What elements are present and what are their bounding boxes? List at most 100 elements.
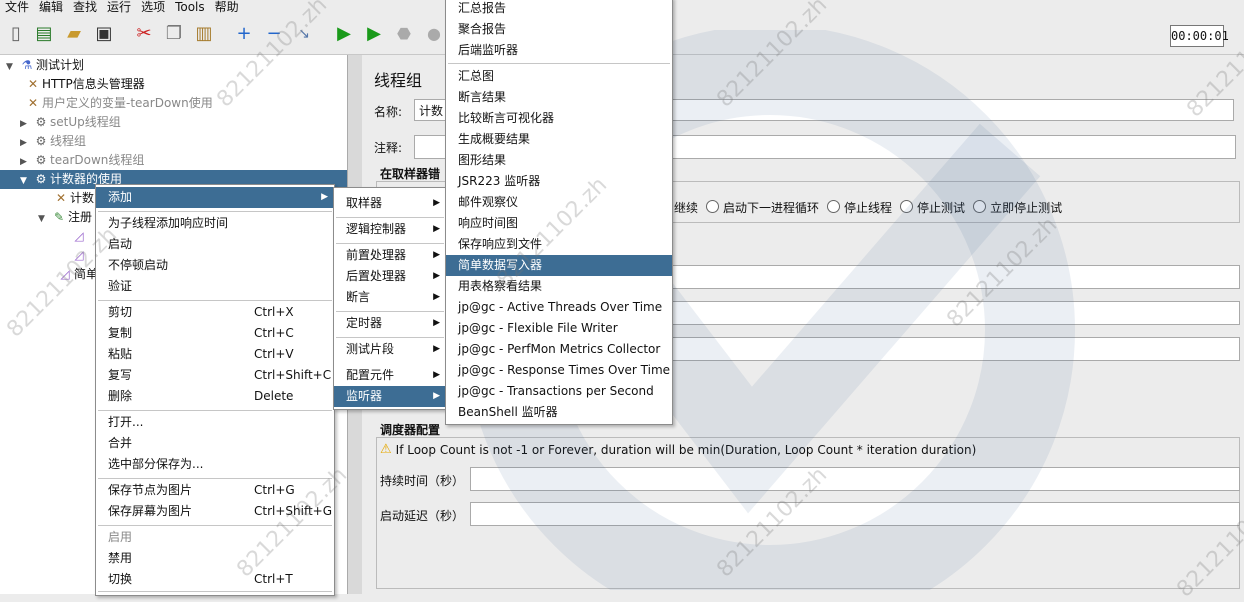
menu-file[interactable]: 文件	[0, 0, 34, 14]
listener-submenu-item[interactable]: 保存响应到文件	[446, 234, 672, 255]
expand-arrow-icon[interactable]: ▼	[38, 210, 50, 229]
context-menu-item[interactable]: 为子线程添加响应时间	[96, 213, 334, 234]
scheduler-heading: 调度器配置	[380, 423, 441, 437]
add-submenu-item[interactable]: 逻辑控制器 ▶	[334, 219, 446, 240]
paste-icon[interactable]: ▥	[192, 22, 216, 46]
listener-submenu-item[interactable]: jp@gc - PerfMon Metrics Collector	[446, 339, 672, 360]
add-submenu-item[interactable]: 定时器 ▶	[334, 313, 446, 334]
shortcut-text: Ctrl+G	[254, 483, 295, 497]
tree-item-test-plan[interactable]: ▼ ⚗ 测试计划	[6, 56, 84, 75]
listener-submenu-item[interactable]: jp@gc - Active Threads Over Time	[446, 297, 672, 318]
expand-arrow-icon[interactable]: ▼	[20, 172, 32, 191]
startup-delay-input[interactable]	[470, 502, 1240, 526]
cut-icon[interactable]: ✂	[132, 22, 156, 46]
listener-submenu-item[interactable]: jp@gc - Transactions per Second	[446, 381, 672, 402]
listener-submenu-item[interactable]: 后端监听器	[446, 40, 672, 61]
submenu-arrow-icon: ▶	[433, 344, 440, 354]
context-menu-item[interactable]: 添加 ▶	[96, 187, 334, 208]
open-folder-icon[interactable]: ▰	[62, 22, 86, 46]
listener-submenu-item[interactable]: 响应时间图	[446, 213, 672, 234]
context-menu-item[interactable]: 打开...	[96, 412, 334, 433]
scheduler-warning: ⚠ If Loop Count is not -1 or Forever, dur…	[380, 442, 977, 457]
radio-stop-now[interactable]	[973, 200, 987, 213]
duration-input[interactable]	[470, 467, 1240, 491]
context-menu-item[interactable]: 复写 Ctrl+Shift+C	[96, 365, 334, 386]
tree-item-chart-a[interactable]: ◿	[70, 227, 88, 246]
add-submenu-item[interactable]: 配置元件 ▶	[334, 365, 446, 386]
tree-item-teardown-group[interactable]: ▶ ⚙ tearDown线程组	[20, 151, 144, 170]
tree-item-http-header[interactable]: ✕ HTTP信息头管理器	[24, 75, 145, 94]
context-menu-item[interactable]: 禁用	[96, 548, 334, 569]
radio-next-loop[interactable]	[706, 200, 720, 213]
tree-item-chart-b[interactable]: ◿	[70, 246, 88, 265]
listener-submenu-item[interactable]: 邮件观察仪	[446, 192, 672, 213]
add-submenu-item[interactable]: 测试片段 ▶	[334, 339, 446, 360]
collapse-icon[interactable]: −	[262, 22, 286, 46]
expand-arrow-icon[interactable]: ▼	[6, 58, 18, 77]
listener-submenu-item[interactable]: jp@gc - Flexible File Writer	[446, 318, 672, 339]
listener-submenu-item[interactable]: 用表格察看结果	[446, 276, 672, 297]
menu-run[interactable]: 运行	[102, 0, 136, 14]
context-menu-item[interactable]: 保存节点为图片 Ctrl+G	[96, 480, 334, 501]
listener-submenu-item[interactable]: 聚合报告	[446, 19, 672, 40]
listener-submenu-item[interactable]: jp@gc - Response Times Over Time	[446, 360, 672, 381]
tree-item-thread-group[interactable]: ▶ ⚙ 线程组	[20, 132, 86, 151]
save-icon[interactable]: ▣	[92, 22, 116, 46]
add-submenu-item[interactable]: 监听器 ▶	[334, 386, 446, 407]
listener-submenu-item[interactable]: 汇总图	[446, 66, 672, 87]
context-menu-item[interactable]: 删除 Delete	[96, 386, 334, 407]
context-menu-item[interactable]: 粘贴 Ctrl+V	[96, 344, 334, 365]
menu-help[interactable]: 帮助	[210, 0, 244, 14]
tree-item-user-vars[interactable]: ✕ 用户定义的变量-tearDown使用	[24, 94, 213, 113]
context-menu-item[interactable]: 合并	[96, 433, 334, 454]
listener-submenu-item[interactable]: BeanShell 监听器	[446, 402, 672, 423]
add-submenu-item[interactable]: 断言 ▶	[334, 287, 446, 308]
add-submenu-item[interactable]: 后置处理器 ▶	[334, 266, 446, 287]
pen-icon: ✎	[53, 210, 65, 224]
context-menu-item[interactable]: 启动	[96, 234, 334, 255]
tree-item-register[interactable]: ▼ ✎ 注册	[38, 208, 92, 227]
new-icon[interactable]: ▯	[4, 22, 28, 46]
menu-tools[interactable]: Tools	[170, 0, 210, 14]
listener-submenu-item-label: JSR223 监听器	[458, 174, 541, 188]
tree-item-counter[interactable]: ✕ 计数	[52, 189, 94, 208]
tree-item-setup-group[interactable]: ▶ ⚙ setUp线程组	[20, 113, 121, 132]
menu-edit[interactable]: 编辑	[34, 0, 68, 14]
listener-submenu-item[interactable]: 比较断言可视化器	[446, 108, 672, 129]
start-no-pause-icon[interactable]: ▶	[362, 22, 386, 46]
radio-stop-thread[interactable]	[827, 200, 841, 213]
add-submenu-item[interactable]: 前置处理器 ▶	[334, 245, 446, 266]
gear-icon: ⚙	[35, 153, 47, 167]
context-menu-item[interactable]: 选中部分保存为...	[96, 454, 334, 475]
templates-icon[interactable]: ▤	[32, 22, 56, 46]
context-menu-item[interactable]: 剪切 Ctrl+X	[96, 302, 334, 323]
shutdown-icon[interactable]: ●	[422, 22, 446, 46]
radio-stop-test[interactable]	[900, 200, 914, 213]
listener-submenu-item[interactable]: JSR223 监听器	[446, 171, 672, 192]
menu-separator	[98, 525, 332, 526]
context-menu-item[interactable]: 验证	[96, 276, 334, 297]
menu-search[interactable]: 查找	[68, 0, 102, 14]
submenu-arrow-icon: ▶	[433, 250, 440, 260]
context-menu-item[interactable]: 切换 Ctrl+T	[96, 569, 334, 590]
context-menu-item[interactable]: 不停顿启动	[96, 255, 334, 276]
context-menu-item[interactable]: 复制 Ctrl+C	[96, 323, 334, 344]
copy-icon[interactable]: ❐	[162, 22, 186, 46]
expand-icon[interactable]: +	[232, 22, 256, 46]
listener-submenu-item[interactable]: 简单数据写入器	[446, 255, 672, 276]
context-menu-item[interactable]: 启用	[96, 527, 334, 548]
listener-submenu-item[interactable]: 生成概要结果	[446, 129, 672, 150]
listener-submenu-item-label: BeanShell 监听器	[458, 405, 558, 419]
toggle-icon[interactable]: ↘	[292, 22, 316, 46]
add-submenu-item[interactable]: 取样器 ▶	[334, 193, 446, 214]
start-icon[interactable]: ▶	[332, 22, 356, 46]
context-menu-item[interactable]: 保存屏幕为图片 Ctrl+Shift+G	[96, 501, 334, 522]
tree-item-simple[interactable]: ◿ 简单	[56, 265, 98, 284]
listener-submenu-item-label: 图形结果	[458, 153, 507, 167]
listener-submenu-item[interactable]: 汇总报告	[446, 0, 672, 19]
menu-options[interactable]: 选项	[136, 0, 170, 14]
stop-icon[interactable]: ⬣	[392, 22, 416, 46]
listener-submenu-item[interactable]: 图形结果	[446, 150, 672, 171]
context-menu-item-label: 选中部分保存为...	[108, 457, 204, 471]
listener-submenu-item[interactable]: 断言结果	[446, 87, 672, 108]
